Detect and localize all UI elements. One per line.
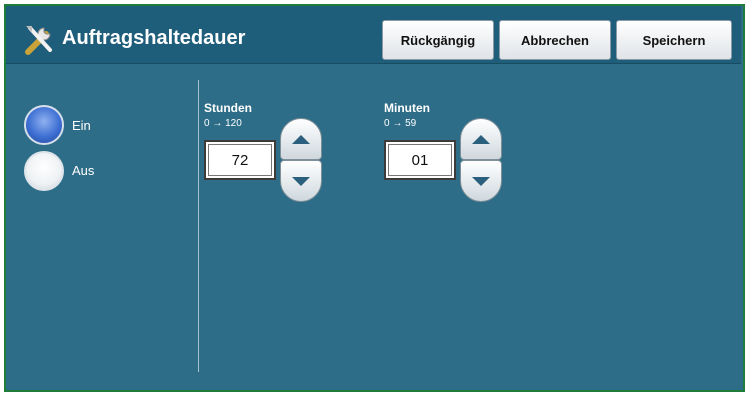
arrow-up-icon bbox=[292, 134, 310, 144]
hours-value-field[interactable]: 72 bbox=[204, 140, 276, 180]
radio-on[interactable] bbox=[24, 105, 64, 145]
minutes-decrement-button[interactable] bbox=[460, 160, 502, 202]
minutes-label: Minuten bbox=[384, 101, 430, 115]
page-title: Auftragshaltedauer bbox=[62, 27, 246, 49]
panel-divider bbox=[198, 80, 199, 372]
hours-label: Stunden bbox=[204, 101, 252, 115]
minutes-range: 0 → 59 bbox=[384, 118, 417, 129]
radio-on-label: Ein bbox=[72, 118, 91, 133]
hours-decrement-button[interactable] bbox=[280, 160, 322, 202]
minutes-value-field[interactable]: 01 bbox=[384, 140, 456, 180]
hours-increment-button[interactable] bbox=[280, 118, 322, 160]
tools-icon bbox=[25, 26, 52, 55]
arrow-up-icon bbox=[472, 134, 490, 144]
save-button[interactable]: Speichern bbox=[616, 20, 732, 60]
hours-range: 0 → 120 bbox=[204, 118, 242, 129]
arrow-down-icon bbox=[292, 176, 310, 186]
cancel-button[interactable]: Abbrechen bbox=[499, 20, 611, 60]
radio-off-label: Aus bbox=[72, 163, 95, 178]
arrow-down-icon bbox=[472, 176, 490, 186]
undo-button[interactable]: Rückgängig bbox=[382, 20, 494, 60]
minutes-increment-button[interactable] bbox=[460, 118, 502, 160]
radio-off[interactable] bbox=[24, 151, 64, 191]
